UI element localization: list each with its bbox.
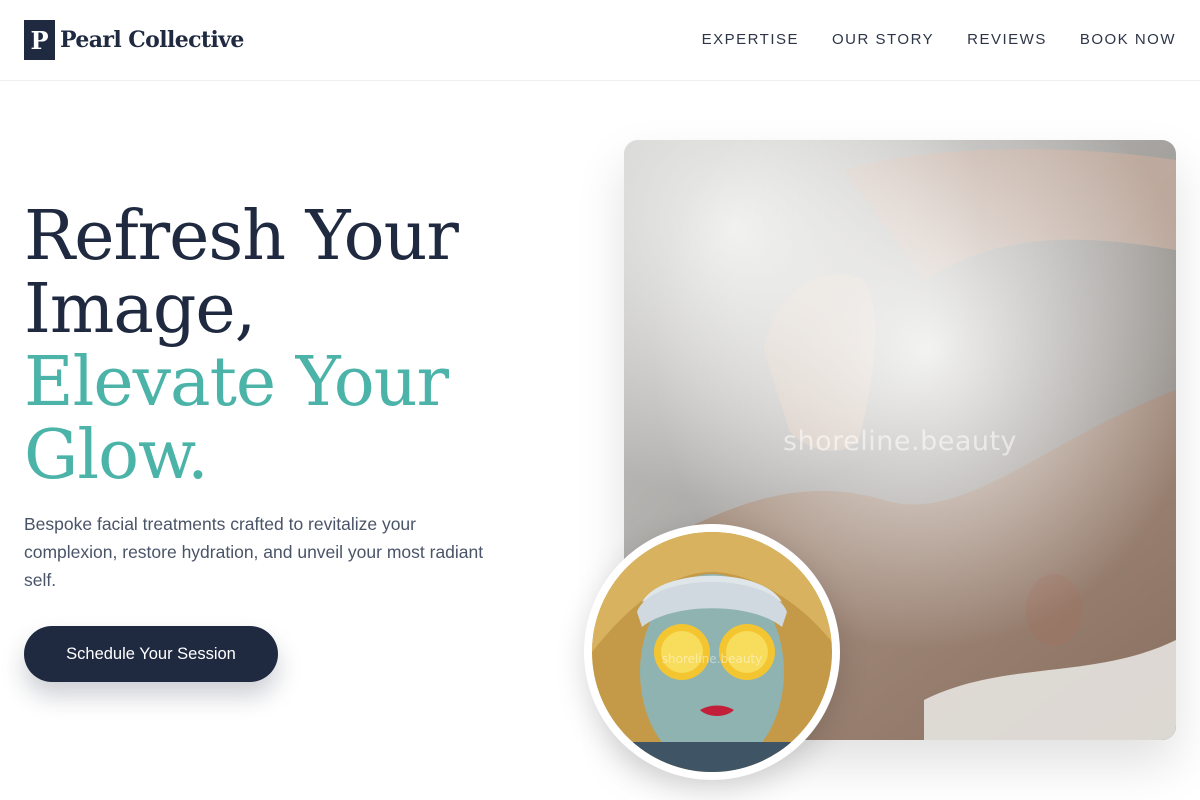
nav-item-reviews[interactable]: REVIEWS — [967, 31, 1047, 48]
schedule-session-button[interactable]: Schedule Your Session — [24, 626, 278, 682]
nav-item-book-now[interactable]: BOOK NOW — [1080, 31, 1176, 48]
logo-mark: P — [24, 20, 55, 60]
circle-photo-frame: shoreline.beauty — [592, 532, 832, 772]
hero-title-line-1: Refresh Your — [24, 197, 459, 276]
circle-photo-watermark: shoreline.beauty — [661, 652, 763, 666]
nav-item-our-story[interactable]: OUR STORY — [832, 31, 934, 48]
brand-name: Pearl Collective — [60, 27, 244, 53]
nav-item-expertise[interactable]: EXPERTISE — [702, 31, 799, 48]
main-photo-watermark: shoreline.beauty — [782, 426, 1018, 457]
site-header: P Pearl Collective EXPERTISE OUR STORY R… — [0, 0, 1200, 81]
hero-accent-line-1: Elevate Your — [24, 343, 449, 422]
hero-heading: Refresh Your Image, Elevate Your Glow. — [24, 197, 459, 495]
hero-description: Bespoke facial treatments crafted to rev… — [24, 514, 484, 590]
hero-title-line-2: Image, — [24, 270, 256, 349]
hero-circle-photo: shoreline.beauty — [584, 524, 840, 780]
brand-logo[interactable]: P Pearl Collective — [24, 20, 244, 60]
hero-accent-line-2: Glow. — [24, 416, 209, 495]
main-nav: EXPERTISE OUR STORY REVIEWS BOOK NOW — [702, 31, 1176, 48]
